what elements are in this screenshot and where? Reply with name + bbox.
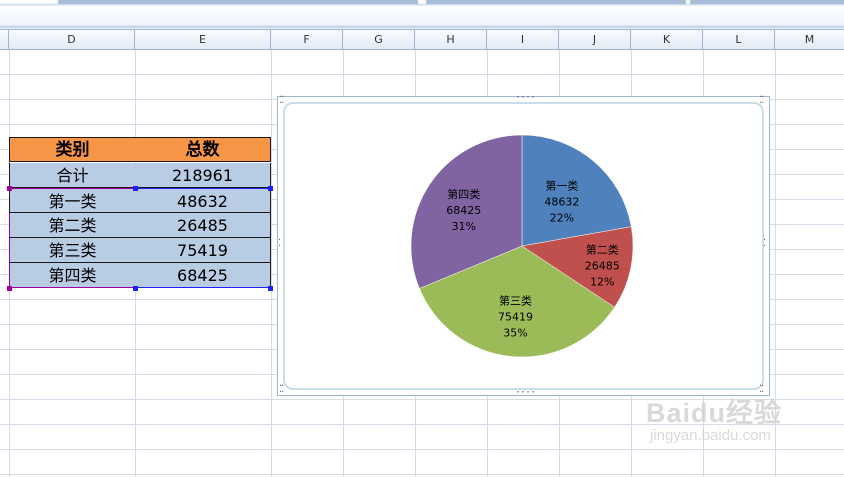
slice-label-percent[interactable]: 35% [503, 327, 527, 340]
watermark-logo: Baidu经验 [646, 398, 783, 428]
baidu-jingyan-watermark: Baidu经验 jingyan.baidu.com [646, 385, 806, 455]
slice-label-value[interactable]: 68425 [446, 204, 481, 217]
slice-label-category[interactable]: 第二类 [586, 243, 619, 257]
slice-label-category[interactable]: 第三类 [499, 294, 532, 308]
slice-label-value[interactable]: 48632 [544, 195, 579, 208]
slice-label-value[interactable]: 75419 [498, 311, 533, 324]
slice-label-value[interactable]: 26485 [585, 260, 620, 273]
slice-label-percent[interactable]: 22% [550, 211, 574, 224]
watermark-url: jingyan.baidu.com [650, 427, 771, 444]
slice-label-percent[interactable]: 12% [590, 276, 614, 289]
slice-label-category[interactable]: 第四类 [447, 187, 480, 201]
slice-label-percent[interactable]: 31% [452, 220, 476, 233]
slice-label-category[interactable]: 第一类 [545, 178, 578, 192]
